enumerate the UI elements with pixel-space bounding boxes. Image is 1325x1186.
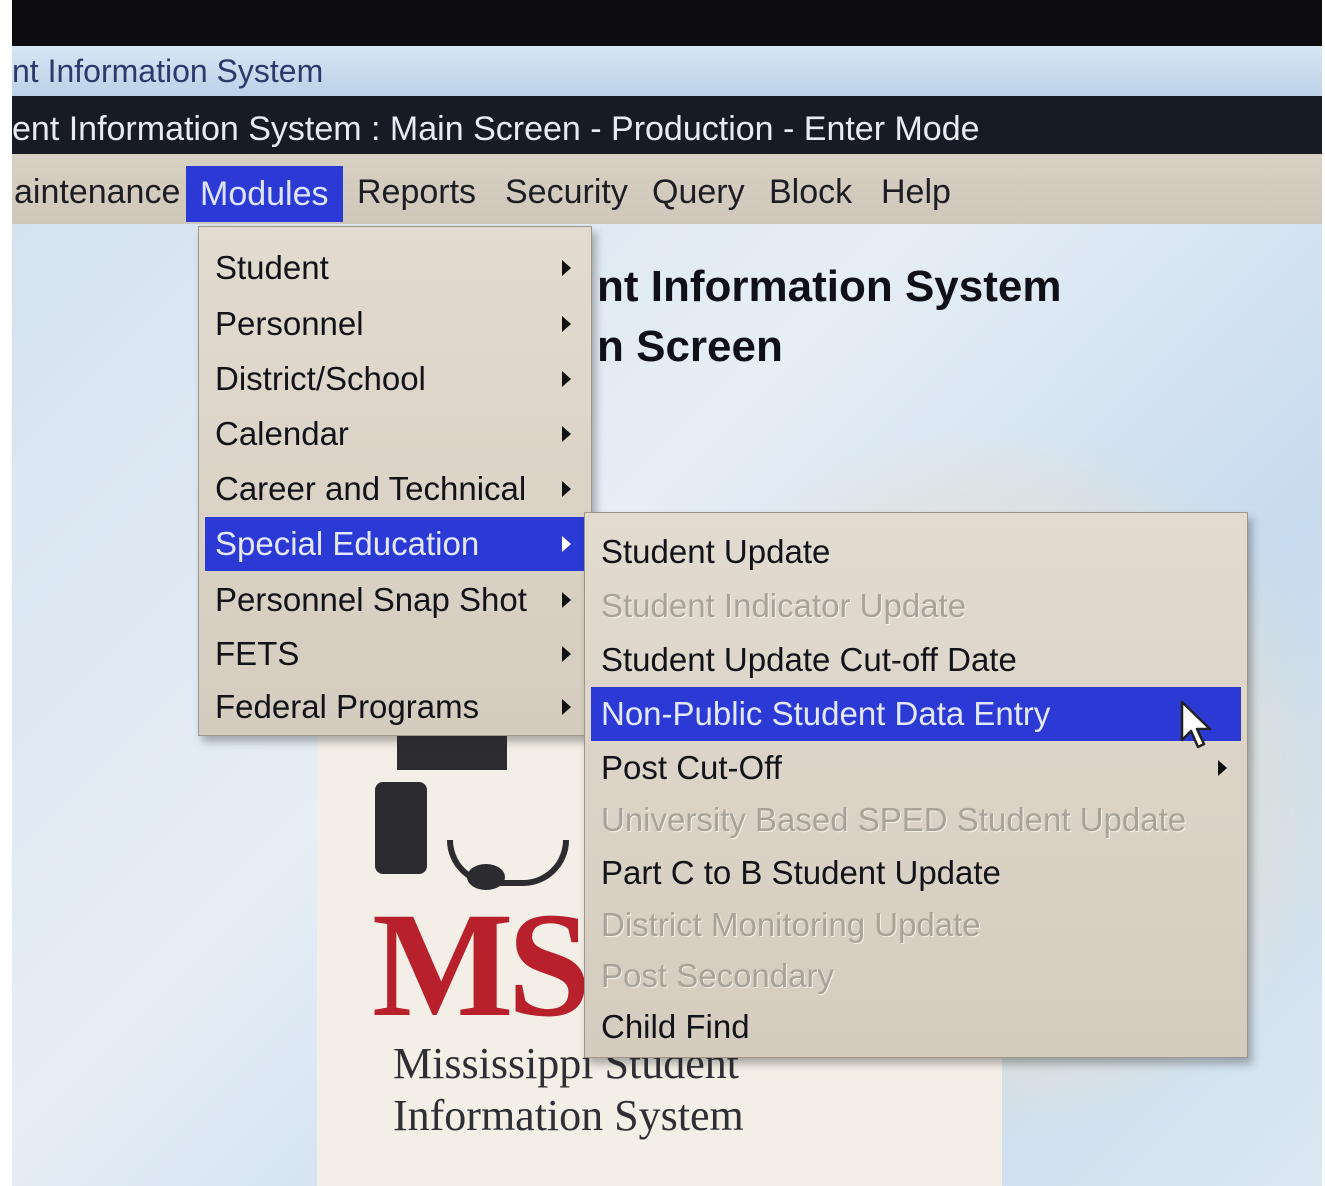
menubar: aintenance Modules Reports Security Quer… xyxy=(12,154,1322,224)
caret-right-icon xyxy=(1218,760,1227,776)
window-title: nt Information System xyxy=(12,53,324,89)
main-heading-line2: n Screen xyxy=(597,322,783,371)
caret-right-icon xyxy=(562,426,571,442)
submenu-item-student-update[interactable]: Student Update xyxy=(591,525,1241,579)
submenu-item-part-c-to-b-student-update[interactable]: Part C to B Student Update xyxy=(591,846,1241,900)
menu-item-personnel[interactable]: Personnel xyxy=(205,297,585,351)
menu-modules[interactable]: Modules xyxy=(186,166,343,222)
monitor-icon xyxy=(397,730,507,770)
modules-menu: Student Personnel District/School Calend… xyxy=(198,226,592,736)
mouse-pointer-icon xyxy=(1180,700,1212,749)
logo-text-line2: Information System xyxy=(393,1091,744,1140)
caret-right-icon xyxy=(562,592,571,608)
submenu-item-child-find[interactable]: Child Find xyxy=(591,1000,1241,1054)
logo-mark: MS xyxy=(372,882,591,1048)
menu-help[interactable]: Help xyxy=(879,168,953,216)
app-title-bar: ent Information System : Main Screen - P… xyxy=(12,96,1322,154)
caret-right-icon xyxy=(562,536,571,552)
main-heading-line1: nt Information System xyxy=(597,262,1062,311)
menu-query[interactable]: Query xyxy=(650,168,747,216)
submenu-item-district-monitoring-update[interactable]: District Monitoring Update xyxy=(591,898,1241,952)
app-title: ent Information System : Main Screen - P… xyxy=(12,110,980,148)
caret-right-icon xyxy=(562,260,571,276)
caret-right-icon xyxy=(562,371,571,387)
special-education-submenu: Student Update Student Indicator Update … xyxy=(584,512,1248,1058)
caret-right-icon xyxy=(562,316,571,332)
submenu-item-non-public-student-data-entry[interactable]: Non-Public Student Data Entry xyxy=(591,687,1241,741)
menu-item-federal-programs[interactable]: Federal Programs xyxy=(205,680,585,734)
menu-item-personnel-snap-shot[interactable]: Personnel Snap Shot xyxy=(205,573,585,627)
menu-item-career-and-technical[interactable]: Career and Technical xyxy=(205,462,585,516)
menu-item-special-education[interactable]: Special Education xyxy=(205,517,585,571)
screen: nt Information System ent Information Sy… xyxy=(12,0,1322,1186)
caret-right-icon xyxy=(562,481,571,497)
menu-item-fets[interactable]: FETS xyxy=(205,627,585,681)
menu-block[interactable]: Block xyxy=(767,168,854,216)
submenu-item-student-update-cutoff-date[interactable]: Student Update Cut-off Date xyxy=(591,633,1241,687)
menu-item-student[interactable]: Student xyxy=(205,241,585,295)
submenu-item-university-based-sped-student-update[interactable]: University Based SPED Student Update xyxy=(591,793,1241,847)
submenu-item-student-indicator-update[interactable]: Student Indicator Update xyxy=(591,579,1241,633)
monitor-bezel xyxy=(12,0,1322,46)
menu-reports[interactable]: Reports xyxy=(355,168,478,216)
submenu-item-post-cut-off[interactable]: Post Cut-Off xyxy=(591,741,1241,795)
menu-maintenance[interactable]: aintenance xyxy=(12,168,182,216)
caret-right-icon xyxy=(562,699,571,715)
tablet-icon xyxy=(375,782,427,874)
menu-item-calendar[interactable]: Calendar xyxy=(205,407,585,461)
menu-item-district-school[interactable]: District/School xyxy=(205,352,585,406)
window-title-bar[interactable]: nt Information System xyxy=(12,46,1322,96)
submenu-item-post-secondary[interactable]: Post Secondary xyxy=(591,949,1241,1003)
caret-right-icon xyxy=(562,646,571,662)
menu-security[interactable]: Security xyxy=(503,168,630,216)
cable-icon xyxy=(447,840,569,886)
